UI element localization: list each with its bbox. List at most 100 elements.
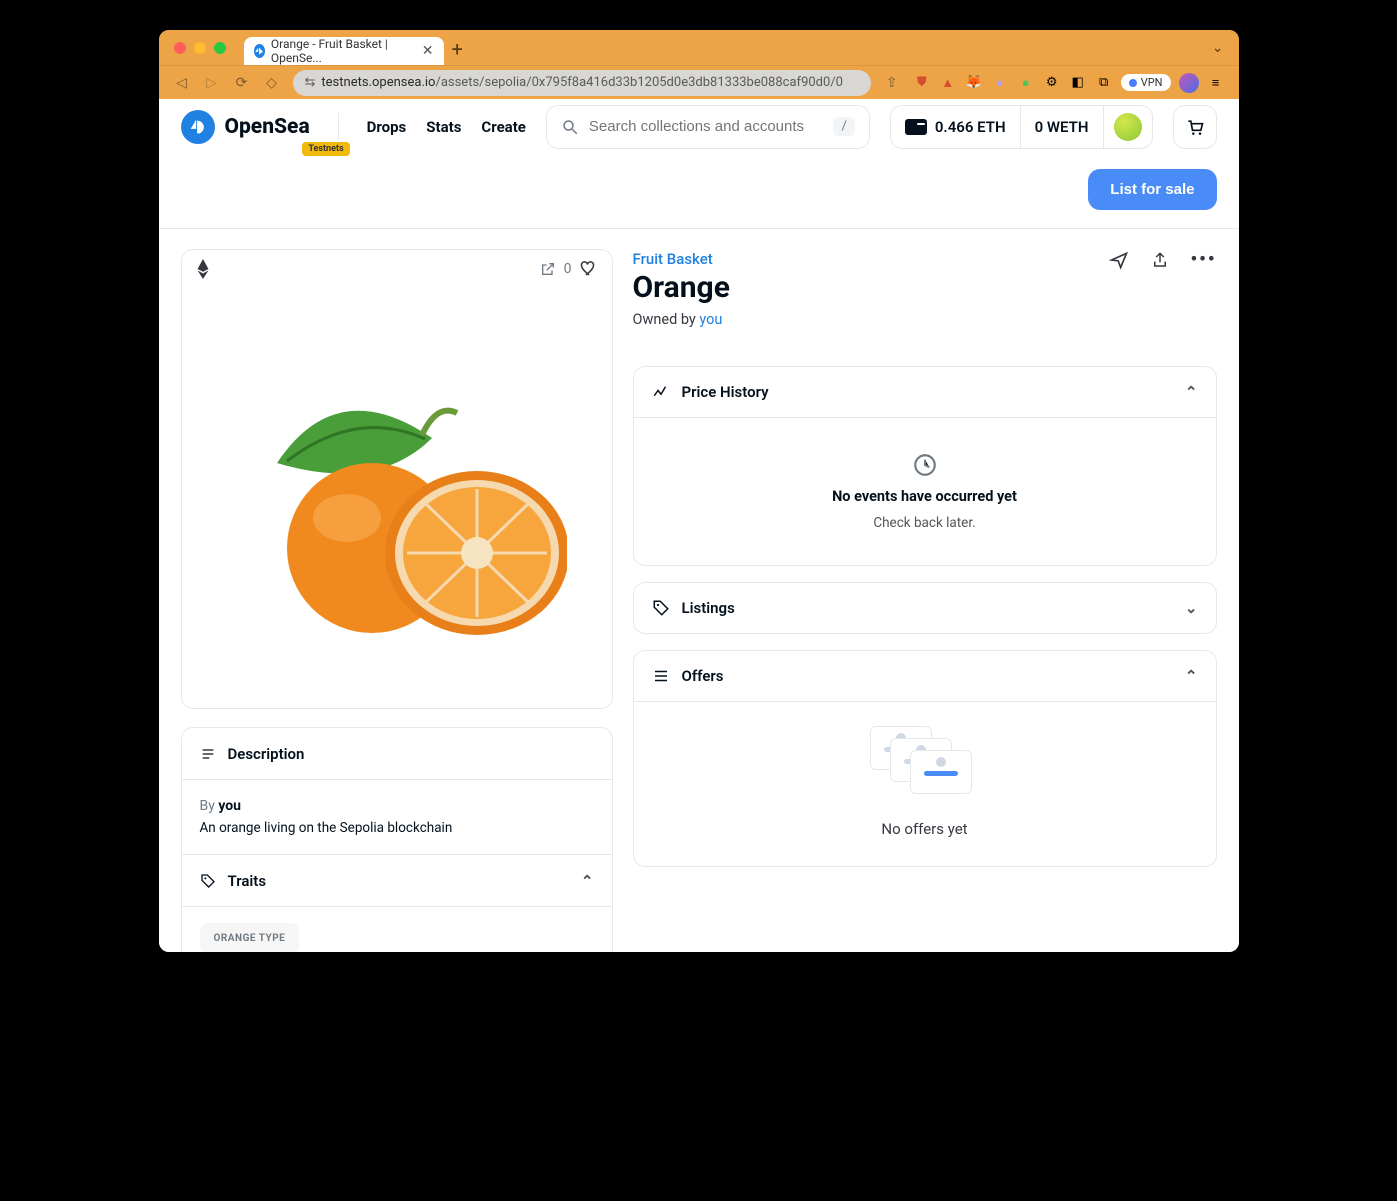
wallet-weth-segment[interactable]: 0 WETH	[1020, 106, 1103, 148]
share-icon[interactable]: ⇪	[883, 75, 901, 91]
traits-header[interactable]: Traits ⌃	[182, 854, 612, 906]
opensea-logo[interactable]: OpenSea Testnets	[181, 110, 310, 144]
site-header: OpenSea Testnets Drops Stats Create / 0.…	[159, 99, 1239, 155]
image-card-header: 0	[182, 250, 612, 288]
extension-icon[interactable]: ●	[1017, 74, 1035, 92]
browser-tab[interactable]: Orange - Fruit Basket | OpenSe... ✕	[244, 37, 444, 65]
opensea-favicon-icon	[254, 44, 265, 58]
description-header[interactable]: Description	[182, 728, 612, 780]
nav-stats[interactable]: Stats	[426, 118, 461, 136]
traits-body: ORANGE TYPE	[182, 906, 612, 952]
shield-extension-icon[interactable]: ⛊	[913, 74, 931, 92]
sidebar-extension-icon[interactable]: ◧	[1069, 74, 1087, 92]
chevron-up-icon: ⌃	[1185, 383, 1198, 401]
heart-icon[interactable]	[580, 260, 598, 278]
owned-by-link[interactable]: you	[699, 311, 722, 328]
left-column: 0	[181, 249, 613, 952]
orange-illustration	[227, 343, 567, 653]
tabs-overflow-icon[interactable]: ⌄	[1212, 40, 1224, 56]
price-history-header[interactable]: Price History ⌃	[634, 367, 1216, 417]
listings-title: Listings	[682, 599, 735, 617]
window-titlebar: Orange - Fruit Basket | OpenSe... ✕ + ⌄	[159, 30, 1239, 65]
profile-avatar-icon[interactable]	[1179, 73, 1199, 93]
vpn-indicator[interactable]: VPN	[1121, 74, 1171, 91]
asset-actions: •••	[1109, 249, 1217, 270]
eth-balance: 0.466 ETH	[935, 118, 1006, 136]
search-input[interactable]	[589, 118, 824, 135]
back-icon[interactable]: ◁	[173, 75, 191, 91]
cart-button[interactable]	[1173, 105, 1217, 149]
chevron-up-icon: ⌃	[1185, 667, 1198, 685]
by-value: you	[218, 798, 241, 814]
price-history-body: No events have occurred yet Check back l…	[634, 417, 1216, 565]
tag-icon	[652, 599, 670, 617]
forward-icon[interactable]: ▷	[203, 75, 221, 91]
weth-balance: 0 WETH	[1035, 118, 1089, 136]
brave-extension-icon[interactable]: ▲	[939, 74, 957, 92]
no-events-text: No events have occurred yet	[832, 488, 1017, 505]
address-bar[interactable]: ⇆ testnets.opensea.io/assets/sepolia/0x7…	[293, 70, 871, 96]
no-offers-text: No offers yet	[881, 820, 967, 838]
description-text: An orange living on the Sepolia blockcha…	[200, 820, 594, 836]
vpn-label: VPN	[1141, 76, 1163, 89]
offers-header[interactable]: Offers ⌃	[634, 651, 1216, 701]
metamask-extension-icon[interactable]: 🦊	[965, 74, 983, 92]
offers-body: No offers yet	[634, 701, 1216, 866]
url-host: testnets.opensea.io	[321, 75, 435, 90]
vpn-status-dot-icon	[1129, 79, 1137, 87]
offers-title: Offers	[682, 667, 724, 685]
description-icon	[200, 746, 216, 762]
open-external-icon[interactable]	[540, 261, 556, 277]
trait-chip[interactable]: ORANGE TYPE	[200, 923, 300, 952]
new-tab-button[interactable]: +	[452, 37, 463, 61]
search-bar[interactable]: /	[546, 105, 870, 149]
extension-icon[interactable]: ●	[991, 74, 1009, 92]
main-grid: 0	[159, 229, 1239, 952]
extensions-row: ⛊ ▲ 🦊 ● ● ⚙ ◧ ⧉ VPN ≡	[913, 73, 1225, 93]
nav-create[interactable]: Create	[481, 118, 525, 136]
tab-title: Orange - Fruit Basket | OpenSe...	[271, 37, 410, 65]
like-count: 0	[564, 261, 572, 277]
tab-close-icon[interactable]: ✕	[422, 43, 434, 59]
asset-title: Orange	[633, 270, 730, 305]
search-kbd-hint: /	[833, 117, 854, 136]
chain-eth-icon[interactable]	[196, 259, 210, 279]
traits-title: Traits	[228, 872, 267, 890]
wallet-icon	[905, 119, 927, 135]
asset-image[interactable]	[182, 288, 612, 708]
price-history-title: Price History	[682, 383, 769, 401]
share-icon[interactable]	[1151, 251, 1169, 269]
user-avatar-segment[interactable]	[1103, 106, 1152, 148]
list-for-sale-button[interactable]: List for sale	[1088, 169, 1216, 210]
window-close-button[interactable]	[174, 42, 186, 54]
collection-link[interactable]: Fruit Basket	[633, 250, 713, 268]
window-minimize-button[interactable]	[194, 42, 206, 54]
search-icon	[561, 118, 579, 136]
divider	[338, 113, 339, 141]
browser-window: Orange - Fruit Basket | OpenSe... ✕ + ⌄ …	[159, 30, 1239, 952]
browser-tabbar: Orange - Fruit Basket | OpenSe... ✕ +	[244, 30, 1204, 65]
chevron-down-icon: ⌄	[1185, 599, 1198, 617]
page-content: OpenSea Testnets Drops Stats Create / 0.…	[159, 99, 1239, 952]
listings-header[interactable]: Listings ⌄	[634, 583, 1216, 633]
more-icon[interactable]: •••	[1191, 249, 1217, 270]
reload-icon[interactable]: ⟳	[233, 75, 251, 91]
offers-panel: Offers ⌃ No offers yet	[633, 650, 1217, 867]
user-avatar-icon	[1114, 113, 1142, 141]
price-history-panel: Price History ⌃ No events have occurred …	[633, 366, 1217, 566]
window-maximize-button[interactable]	[214, 42, 226, 54]
cart-icon	[1185, 117, 1205, 137]
check-back-text: Check back later.	[873, 515, 975, 531]
brand-text: OpenSea	[225, 115, 310, 139]
wallet-box[interactable]: 0.466 ETH 0 WETH	[890, 105, 1153, 149]
send-icon[interactable]	[1109, 250, 1129, 270]
puzzle-extension-icon[interactable]: ⚙	[1043, 74, 1061, 92]
right-column: Fruit Basket Orange Owned by you ••• Pri…	[633, 249, 1217, 952]
asset-image-card: 0	[181, 249, 613, 709]
pip-icon[interactable]: ⧉	[1095, 74, 1113, 92]
wallet-eth-segment[interactable]: 0.466 ETH	[891, 106, 1020, 148]
bookmark-icon[interactable]: ◇	[263, 75, 281, 91]
hamburger-menu-icon[interactable]: ≡	[1207, 74, 1225, 92]
site-info-icon[interactable]: ⇆	[305, 75, 316, 90]
nav-drops[interactable]: Drops	[367, 118, 407, 136]
